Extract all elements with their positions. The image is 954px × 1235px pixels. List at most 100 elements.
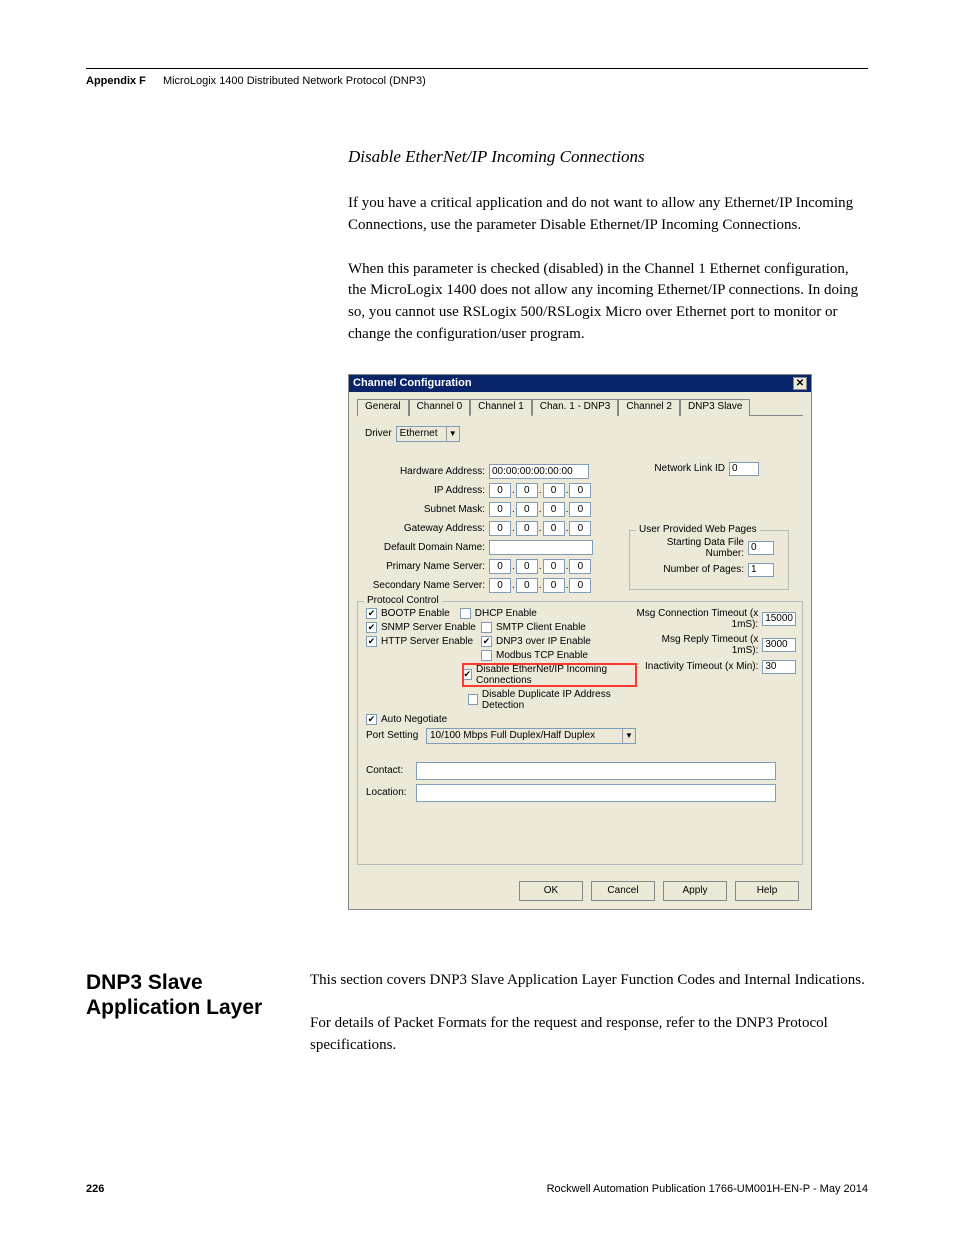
location-field[interactable] [416,784,776,802]
ip-oct-2[interactable]: 0 [543,483,565,498]
msgreply-field[interactable]: 3000 [762,638,796,652]
port-label: Port Setting [366,730,426,741]
dnp3ip-checkbox[interactable]: ✔ [481,636,492,647]
startfile-label: Starting Data File Number: [638,537,748,559]
bootp-label: BOOTP Enable [381,608,450,619]
tab-channel0[interactable]: Channel 0 [409,399,471,416]
paragraph-1: If you have a critical application and d… [348,193,868,237]
numpages-label: Number of Pages: [638,564,748,575]
user-web-pages-group: User Provided Web Pages Starting Data Fi… [629,530,789,590]
page-footer: 226 Rockwell Automation Publication 1766… [86,1183,868,1195]
driver-label: Driver [365,428,396,439]
close-icon[interactable]: ✕ [793,377,807,390]
snmp-checkbox[interactable]: ✔ [366,622,377,633]
proto-legend: Protocol Control [364,595,442,606]
ok-button[interactable]: OK [519,881,583,901]
publication-info: Rockwell Automation Publication 1766-UM0… [547,1183,868,1195]
location-label: Location: [366,787,416,798]
tab-general[interactable]: General [357,399,409,416]
smtp-checkbox[interactable] [481,622,492,633]
tab-chan1-dnp3[interactable]: Chan. 1 - DNP3 [532,399,619,416]
netlink-field[interactable]: 0 [729,462,759,476]
ip-oct-0[interactable]: 0 [489,483,511,498]
hw-label: Hardware Address: [357,466,489,477]
dhcp-checkbox[interactable] [460,608,471,619]
startfile-field[interactable]: 0 [748,541,774,555]
sns-oct-1[interactable]: 0 [516,578,538,593]
pns-oct-2[interactable]: 0 [543,559,565,574]
msgconn-label: Msg Connection Timeout (x 1mS): [636,608,762,630]
ip-oct-3[interactable]: 0 [569,483,591,498]
channel-config-dialog: Channel Configuration ✕ General Channel … [348,374,812,910]
cancel-button[interactable]: Cancel [591,881,655,901]
subnet-oct-2[interactable]: 0 [543,502,565,517]
section-heading: DNP3 Slave Application Layer [86,970,310,1079]
netlink-label: Network Link ID [629,463,729,474]
apply-button[interactable]: Apply [663,881,727,901]
subnet-oct-3[interactable]: 0 [569,502,591,517]
domain-field[interactable] [489,540,593,555]
dialog-title: Channel Configuration [353,377,472,389]
ip-oct-1[interactable]: 0 [516,483,538,498]
pns-oct-0[interactable]: 0 [489,559,511,574]
disable-dup-label: Disable Duplicate IP Address Detection [482,689,636,711]
dnp3ip-label: DNP3 over IP Enable [496,636,591,647]
numpages-field[interactable]: 1 [748,563,774,577]
dialog-button-row: OK Cancel Apply Help [349,873,811,909]
sns-oct-3[interactable]: 0 [569,578,591,593]
appendix-label: Appendix F [86,75,146,87]
gateway-oct-1[interactable]: 0 [516,521,538,536]
pns-oct-3[interactable]: 0 [569,559,591,574]
chevron-down-icon: ▼ [622,729,635,743]
subnet-oct-0[interactable]: 0 [489,502,511,517]
inact-field[interactable]: 30 [762,660,796,674]
paragraph-2: When this parameter is checked (disabled… [348,259,868,346]
disable-eip-label: Disable EtherNet/IP Incoming Connections [476,664,634,686]
gateway-oct-0[interactable]: 0 [489,521,511,536]
gateway-label: Gateway Address: [357,523,489,534]
contact-label: Contact: [366,765,416,776]
dialog-titlebar: Channel Configuration ✕ [349,375,811,392]
disable-dup-checkbox[interactable] [468,694,478,705]
http-label: HTTP Server Enable [381,636,481,647]
tab-channel2[interactable]: Channel 2 [618,399,680,416]
pns-oct-1[interactable]: 0 [516,559,538,574]
tab-strip: General Channel 0 Channel 1 Chan. 1 - DN… [357,398,803,416]
pns-label: Primary Name Server: [357,561,489,572]
domain-label: Default Domain Name: [357,542,489,553]
section2-p2: For details of Packet Formats for the re… [310,1013,868,1057]
chevron-down-icon: ▼ [446,427,459,441]
gateway-oct-3[interactable]: 0 [569,521,591,536]
hw-field[interactable]: 00:00:00:00:00:00 [489,464,589,479]
msgconn-field[interactable]: 15000 [762,612,796,626]
modbus-label: Modbus TCP Enable [496,650,588,661]
modbus-checkbox[interactable] [481,650,492,661]
sns-label: Secondary Name Server: [357,580,489,591]
http-checkbox[interactable]: ✔ [366,636,377,647]
protocol-control-group: Protocol Control ✔ BOOTP Enable DHCP Ena… [357,601,803,865]
disable-eip-checkbox[interactable]: ✔ [463,669,473,680]
bootp-checkbox[interactable]: ✔ [366,608,377,619]
tab-dnp3-slave[interactable]: DNP3 Slave [680,399,750,416]
header-title: MicroLogix 1400 Distributed Network Prot… [163,75,426,87]
autoneg-label: Auto Negotiate [381,714,447,725]
subnet-label: Subnet Mask: [357,504,489,515]
dhcp-label: DHCP Enable [475,608,537,619]
port-select[interactable]: 10/100 Mbps Full Duplex/Half Duplex ▼ [426,728,636,744]
smtp-label: SMTP Client Enable [496,622,586,633]
page-number: 226 [86,1183,104,1195]
gateway-oct-2[interactable]: 0 [543,521,565,536]
driver-select[interactable]: Ethernet ▼ [396,426,460,442]
contact-field[interactable] [416,762,776,780]
running-header: Appendix F MicroLogix 1400 Distributed N… [86,75,868,87]
msgreply-label: Msg Reply Timeout (x 1mS): [636,634,762,656]
user-web-legend: User Provided Web Pages [636,524,760,535]
autoneg-checkbox[interactable]: ✔ [366,714,377,725]
subnet-oct-1[interactable]: 0 [516,502,538,517]
tab-channel1[interactable]: Channel 1 [470,399,532,416]
snmp-label: SNMP Server Enable [381,622,481,633]
subheading: Disable EtherNet/IP Incoming Connections [348,147,868,167]
sns-oct-2[interactable]: 0 [543,578,565,593]
sns-oct-0[interactable]: 0 [489,578,511,593]
help-button[interactable]: Help [735,881,799,901]
